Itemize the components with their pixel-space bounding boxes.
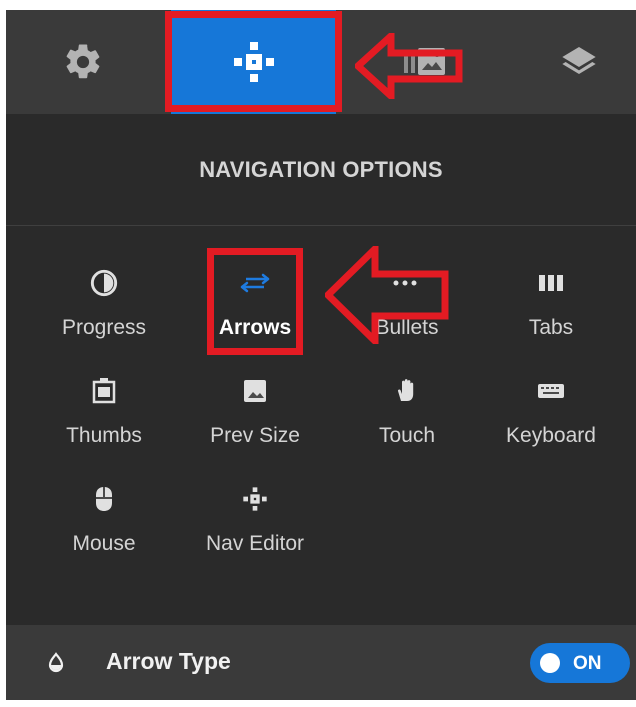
progress-icon — [87, 266, 121, 300]
section-title: NAVIGATION OPTIONS — [6, 114, 636, 226]
option-label: Tabs — [528, 316, 574, 339]
bullets-icon — [390, 266, 424, 300]
option-touch[interactable]: Touch — [329, 354, 485, 464]
option-tabs[interactable]: Tabs — [473, 246, 629, 356]
option-label: Prev Size — [210, 424, 300, 447]
navigation-options-grid: Progress Arrows Bullets Tabs Thumbs Prev… — [6, 226, 636, 616]
gear-icon — [66, 44, 100, 79]
top-tab-bar — [6, 10, 636, 114]
mouse-icon — [87, 482, 121, 516]
option-label: Arrows — [218, 316, 292, 339]
arrow-type-toggle[interactable]: ON — [530, 643, 630, 683]
image-icon — [238, 374, 272, 408]
option-nav-editor[interactable]: Nav Editor — [177, 462, 333, 572]
option-thumbs[interactable]: Thumbs — [26, 354, 182, 464]
option-mouse[interactable]: Mouse — [26, 462, 182, 572]
thumbs-icon — [87, 374, 121, 408]
option-label: Thumbs — [66, 424, 142, 447]
navigation-options-panel: NAVIGATION OPTIONS Progress Arrows Bulle… — [6, 10, 636, 700]
drop-icon — [44, 651, 68, 675]
navigation-icon — [233, 42, 274, 82]
option-label: Nav Editor — [205, 532, 305, 555]
navigation-editor-icon — [238, 482, 272, 516]
settings-tab[interactable] — [6, 10, 160, 114]
layers-icon — [561, 47, 596, 74]
hand-icon — [390, 374, 424, 408]
option-label: Bullets — [375, 316, 439, 339]
arrow-type-label: Arrow Type — [106, 648, 231, 674]
option-prev-size[interactable]: Prev Size — [177, 354, 333, 464]
option-arrows[interactable]: Arrows — [177, 246, 333, 356]
layers-tab[interactable] — [521, 10, 636, 114]
image-icon — [403, 48, 445, 75]
media-tab[interactable] — [368, 10, 483, 114]
option-label: Progress — [61, 316, 147, 339]
toggle-knob — [540, 653, 560, 673]
option-keyboard[interactable]: Keyboard — [473, 354, 629, 464]
toggle-state-label: ON — [573, 653, 602, 674]
option-progress[interactable]: Progress — [26, 246, 182, 356]
option-label: Touch — [378, 424, 436, 447]
tabs-icon — [534, 266, 568, 300]
keyboard-icon — [534, 374, 568, 408]
option-label: Keyboard — [506, 424, 596, 447]
navigation-tab[interactable] — [171, 10, 336, 114]
arrow-type-row: Arrow Type ON — [6, 625, 636, 700]
option-bullets[interactable]: Bullets — [329, 246, 485, 356]
option-label: Mouse — [72, 532, 136, 555]
arrows-icon — [238, 266, 272, 300]
